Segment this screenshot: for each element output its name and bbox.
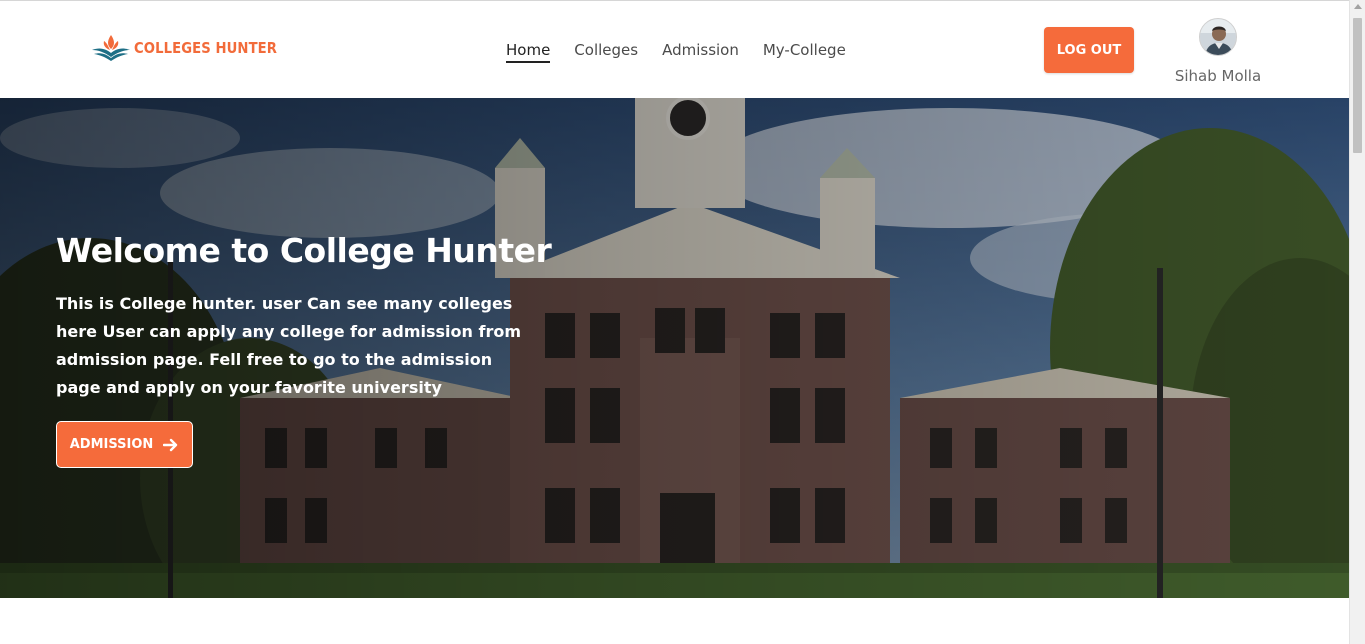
navbar: COLLEGES HUNTER Home Colleges Admission … [0,1,1349,98]
hero-description: This is College hunter. user Can see man… [56,294,521,397]
scroll-up-arrow-icon[interactable] [1354,4,1362,9]
lotus-book-icon [92,35,130,61]
nav-colleges-link[interactable]: Colleges [574,41,638,63]
admission-button-label: ADMISSION [69,437,154,452]
user-name: Sihab Molla [1174,67,1262,85]
brand-logo-text: COLLEGES HUNTER [134,39,278,57]
nav-admission-link[interactable]: Admission [662,41,739,63]
page-scrollbar[interactable] [1349,0,1365,644]
user-avatar-image [1200,19,1236,55]
user-avatar[interactable] [1199,18,1237,56]
hero-banner: Welcome to College Hunter This is Colleg… [0,98,1349,598]
scrollbar-thumb[interactable] [1353,18,1362,153]
brand-logo[interactable]: COLLEGES HUNTER [90,33,297,63]
logout-button[interactable]: LOG OUT [1044,27,1134,73]
nav-home-link[interactable]: Home [506,41,551,63]
main-nav: Home Colleges Admission My-College [506,41,846,63]
nav-my-college-link[interactable]: My-College [763,41,846,63]
admission-button[interactable]: ADMISSION [56,421,193,468]
arrow-right-icon [163,438,178,451]
hero-title: Welcome to College Hunter [56,231,552,270]
